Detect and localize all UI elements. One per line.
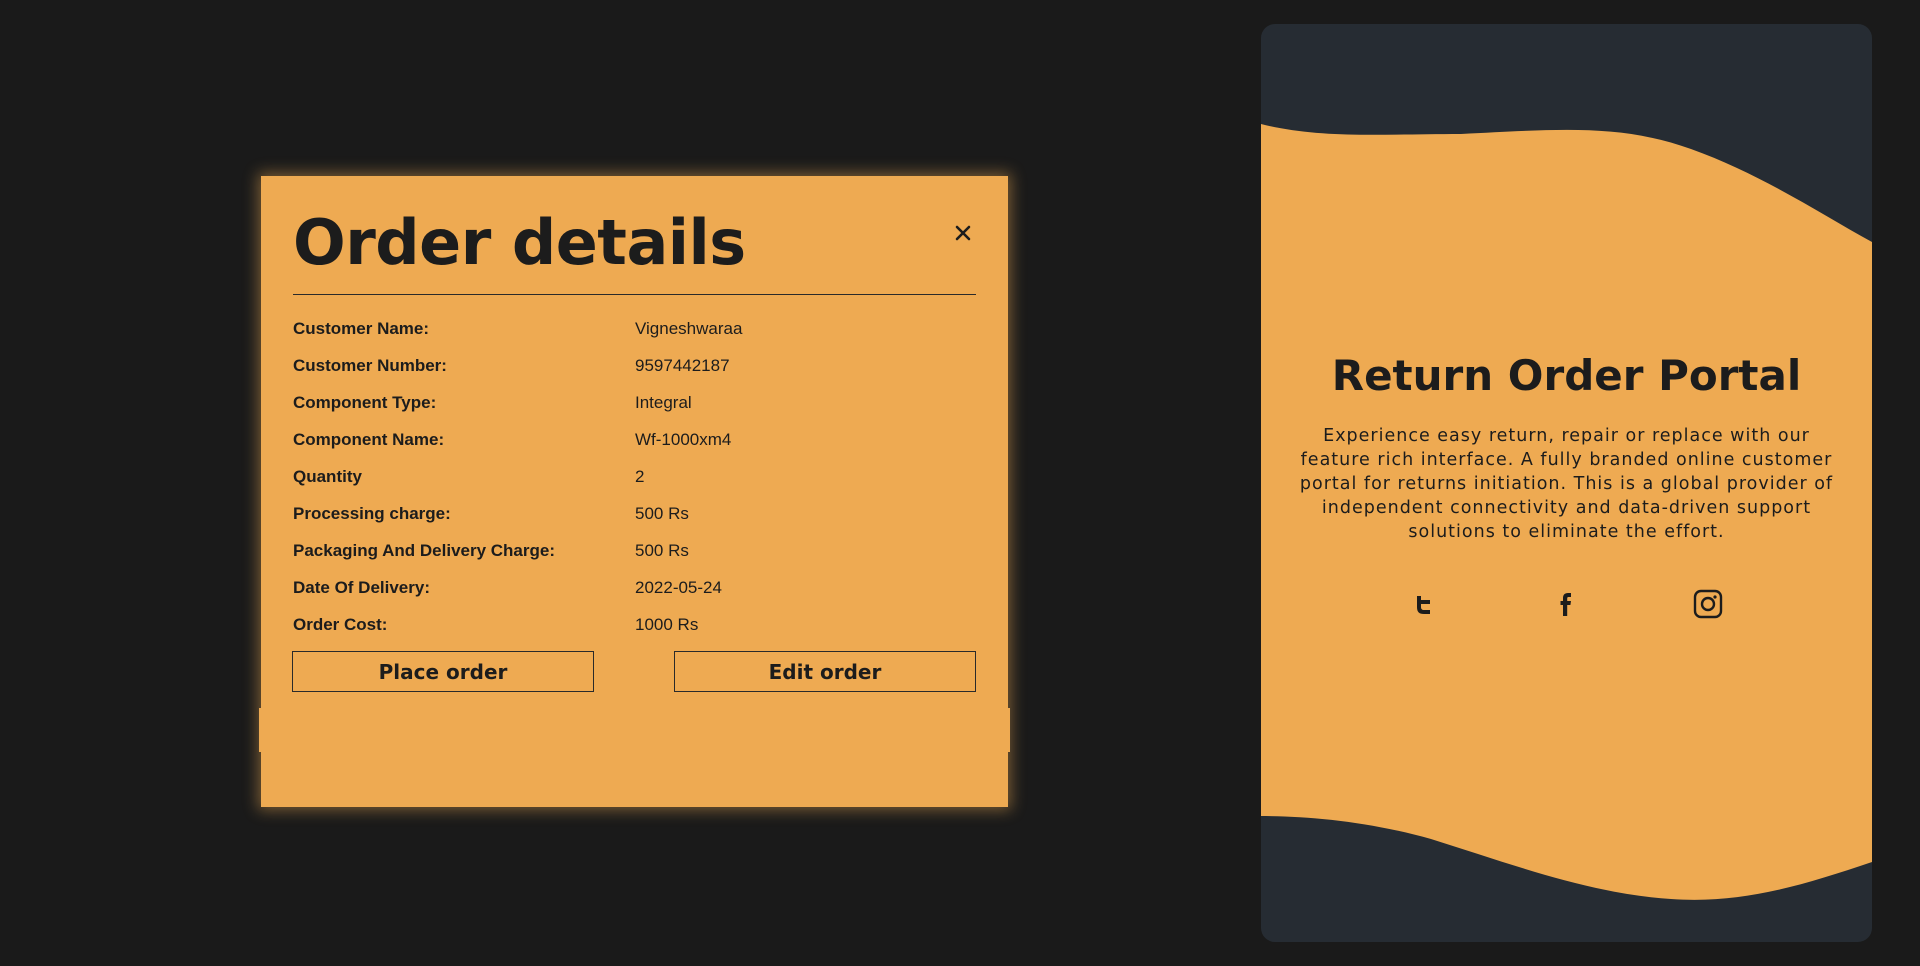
detail-value: Wf-1000xm4 (635, 429, 732, 449)
detail-value: 9597442187 (635, 355, 730, 375)
detail-label: Packaging And Delivery Charge: (293, 540, 556, 560)
detail-label: Component Type: (293, 392, 437, 412)
detail-label: Customer Number: (293, 355, 447, 375)
modal-notch (259, 708, 1010, 752)
detail-label: Date Of Delivery: (293, 577, 430, 597)
modal-title: Order details (293, 206, 746, 279)
modal-body: Order details Customer Name: Vigneshwara… (293, 206, 976, 643)
detail-value: 500 Rs (635, 540, 689, 560)
modal-actions: Place order Edit order (292, 651, 978, 694)
detail-value: Vigneshwaraa (635, 318, 743, 338)
return-order-portal-panel: Return Order Portal Experience easy retu… (1261, 24, 1872, 942)
detail-row-component-type: Component Type: Integral (293, 384, 976, 421)
detail-row-customer-number: Customer Number: 9597442187 (293, 347, 976, 384)
panel-title: Return Order Portal (1331, 351, 1802, 400)
place-order-button[interactable]: Place order (292, 651, 594, 692)
detail-row-component-name: Component Name: Wf-1000xm4 (293, 421, 976, 458)
facebook-icon[interactable] (1550, 588, 1582, 620)
instagram-icon[interactable] (1692, 588, 1724, 620)
detail-value: Integral (635, 392, 692, 412)
detail-label: Processing charge: (293, 503, 451, 523)
detail-value: 2 (635, 466, 645, 486)
social-links (1261, 588, 1872, 620)
detail-row-date-of-delivery: Date Of Delivery: 2022-05-24 (293, 569, 976, 606)
detail-row-customer-name: Customer Name: Vigneshwaraa (293, 310, 976, 347)
twitter-icon[interactable] (1408, 588, 1440, 620)
detail-label: Order Cost: (293, 614, 388, 634)
detail-row-quantity: Quantity 2 (293, 458, 976, 495)
detail-row-packaging-delivery-charge: Packaging And Delivery Charge: 500 Rs (293, 532, 976, 569)
panel-content: Return Order Portal Experience easy retu… (1261, 350, 1872, 544)
detail-label: Customer Name: (293, 318, 430, 338)
detail-label: Component Name: (293, 429, 445, 449)
detail-value: 500 Rs (635, 503, 689, 523)
title-divider (293, 294, 976, 295)
edit-order-button[interactable]: Edit order (674, 651, 976, 692)
detail-value: 2022-05-24 (635, 577, 722, 597)
order-details-list: Customer Name: Vigneshwaraa Customer Num… (293, 310, 976, 643)
detail-label: Quantity (293, 466, 362, 486)
detail-row-processing-charge: Processing charge: 500 Rs (293, 495, 976, 532)
detail-row-order-cost: Order Cost: 1000 Rs (293, 606, 976, 643)
panel-description: Experience easy return, repair or replac… (1299, 426, 1834, 542)
order-details-modal: Order details Customer Name: Vigneshwara… (259, 176, 1010, 807)
close-icon[interactable] (948, 218, 978, 248)
detail-value: 1000 Rs (635, 614, 699, 634)
